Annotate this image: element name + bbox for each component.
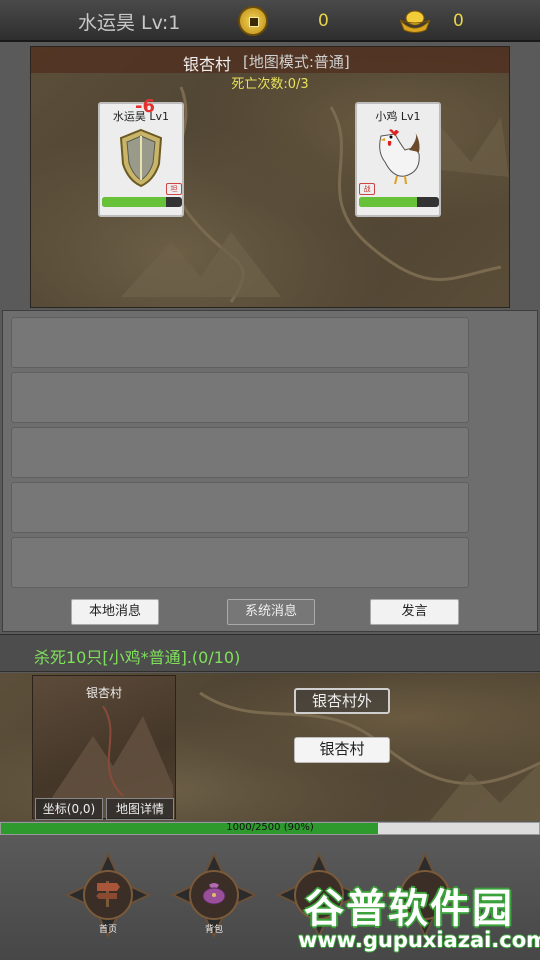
enemy-hp-bar	[359, 197, 439, 207]
tab-system-messages[interactable]: 系统消息	[227, 599, 315, 625]
player-unit-card[interactable]: 水运昊 Lv1 -6 坦	[98, 96, 184, 217]
chat-message-row	[11, 372, 469, 423]
shield-icon	[119, 128, 163, 188]
map-details-button[interactable]: 地图详情	[106, 798, 174, 820]
copper-coin-count: 0	[318, 11, 329, 31]
enemy-unit-name: 小鸡 Lv1	[375, 110, 421, 123]
chicken-icon	[379, 129, 420, 185]
battle-map-mode: [地图模式:普通]	[243, 53, 350, 71]
quest-objective: 杀死10只[小鸡*普通].(0/10)	[34, 648, 241, 667]
battle-title-bar: 银杏村 [地图模式:普通]	[31, 47, 509, 74]
chat-panel: 本地消息 系统消息 发言	[2, 310, 538, 632]
area-panel: 银杏村 坐标(0,0) 地图详情 银杏村外 银杏村	[0, 673, 540, 821]
experience-text: 1000/2500 (90%)	[226, 822, 314, 833]
minimap[interactable]: 银杏村 坐标(0,0) 地图详情	[32, 675, 176, 820]
battle-map-name: 银杏村	[183, 55, 232, 74]
player-hp-bar	[102, 197, 182, 207]
signpost-icon	[96, 881, 120, 907]
location-button-village[interactable]: 银杏村	[294, 737, 390, 763]
chat-message-row	[11, 427, 469, 478]
chat-message-row	[11, 482, 469, 533]
tab-local-messages[interactable]: 本地消息	[71, 599, 159, 625]
quest-bar[interactable]: 杀死10只[小鸡*普通].(0/10)	[0, 634, 540, 672]
minimap-name: 银杏村	[85, 686, 122, 700]
enemy-hp-fill	[359, 197, 417, 207]
nav-home-label: 首页	[98, 925, 117, 935]
speak-button[interactable]: 发言	[370, 599, 459, 625]
player-name-level: 水运昊 Lv:1	[78, 12, 181, 34]
enemy-unit-card[interactable]: 小鸡 Lv1 战	[355, 102, 441, 217]
enemy-role-tag: 战	[359, 183, 375, 195]
player-role-tag: 坦	[166, 183, 182, 195]
player-hp-fill	[102, 197, 166, 207]
site-watermark: 谷普软件园 www.gupuxiazai.com	[296, 872, 540, 960]
watermark-title: 谷普软件园	[304, 886, 514, 932]
nav-bag-button[interactable]: 背包	[170, 851, 258, 939]
copper-coin-icon	[238, 6, 268, 36]
chat-message-row	[11, 317, 469, 368]
gold-ingot-icon	[399, 10, 431, 33]
location-button-outside-village[interactable]: 银杏村外	[294, 688, 390, 714]
coordinates-button[interactable]: 坐标(0,0)	[35, 798, 103, 820]
bag-icon	[202, 883, 226, 905]
battle-panel: 银杏村 [地图模式:普通] 死亡次数:0/3 水运昊 Lv1 -6 坦 小鸡 L…	[30, 46, 510, 308]
experience-bar: 1000/2500 (90%)	[0, 822, 540, 835]
top-status-bar: 水运昊 Lv:1 0 0	[0, 0, 540, 42]
nav-home-button[interactable]: 首页	[64, 851, 152, 939]
watermark-url: www.gupuxiazai.com	[298, 928, 540, 952]
damage-popup: -6	[135, 96, 155, 117]
gold-ingot-count: 0	[453, 11, 464, 31]
chat-message-row	[11, 537, 469, 588]
nav-bag-label: 背包	[204, 925, 223, 935]
death-counter: 死亡次数:0/3	[231, 77, 309, 92]
